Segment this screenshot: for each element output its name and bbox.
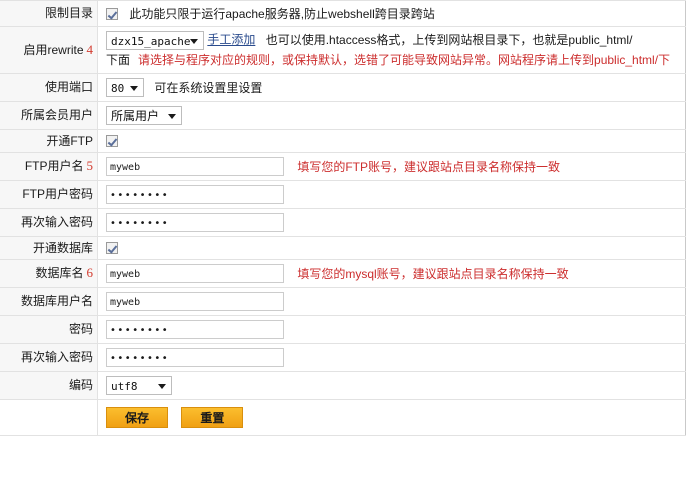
row-value-ftp-password: ••••••••: [98, 181, 686, 209]
database-name-input[interactable]: myweb: [106, 264, 284, 283]
row-value-restrict-dir: 此功能只限于运行apache服务器,防止webshell跨目录跨站: [98, 1, 686, 27]
label-text: 启用rewrite: [23, 43, 83, 57]
row-value-database-password: ••••••••: [98, 316, 686, 344]
table-row-database-password-confirm: 再次输入密码 ••••••••: [0, 344, 686, 372]
row-label-database-name: 数据库名6: [0, 260, 98, 288]
label-text: 编码: [69, 378, 93, 392]
table-row-database-name: 数据库名6 myweb 填写您的mysql账号，建议跟站点目录名称保持一致: [0, 260, 686, 288]
table-row-ftp-password-confirm: 再次输入密码 ••••••••: [0, 209, 686, 237]
chevron-down-icon: [130, 86, 138, 91]
row-value-ftp-username: myweb 填写您的FTP账号，建议跟站点目录名称保持一致: [98, 153, 686, 181]
row-label-database-username: 数据库用户名: [0, 288, 98, 316]
row-label-enable-database: 开通数据库: [0, 237, 98, 260]
row-value-charset: utf8: [98, 372, 686, 400]
label-text: 再次输入密码: [21, 215, 93, 229]
database-password-confirm-input[interactable]: ••••••••: [106, 348, 284, 367]
reset-button[interactable]: 重置: [181, 407, 243, 428]
row-label-enable-rewrite: 启用rewrite4: [0, 27, 98, 74]
step-number-4: 4: [84, 42, 94, 57]
label-text: 所属会员用户: [21, 108, 93, 122]
table-body: 限制目录 此功能只限于运行apache服务器,防止webshell跨目录跨站 启…: [0, 1, 686, 436]
table-row-restrict-dir: 限制目录 此功能只限于运行apache服务器,防止webshell跨目录跨站: [0, 1, 686, 27]
table-row-database-username: 数据库用户名 myweb: [0, 288, 686, 316]
chevron-down-icon: [190, 39, 198, 44]
row-label-use-port: 使用端口: [0, 74, 98, 102]
chevron-down-icon: [168, 114, 176, 119]
row-value-actions: 保存 重置: [98, 400, 686, 436]
table-row-use-port: 使用端口 80 可在系统设置里设置: [0, 74, 686, 102]
ftp-password-input[interactable]: ••••••••: [106, 185, 284, 204]
rewrite-hint-line1: 也可以使用.htaccess格式，上传到网站根目录下，也就是public_htm…: [259, 33, 633, 47]
table-row-database-password: 密码 ••••••••: [0, 316, 686, 344]
table-row-enable-database: 开通数据库: [0, 237, 686, 260]
save-button[interactable]: 保存: [106, 407, 168, 428]
rewrite-warning-text: 请选择与程序对应的规则，或保持默认，选错了可能导致网站异常。网站程序请上传到pu…: [130, 53, 670, 67]
row-value-database-password-confirm: ••••••••: [98, 344, 686, 372]
label-text: 数据库名: [35, 266, 83, 280]
site-settings-table: 限制目录 此功能只限于运行apache服务器,防止webshell跨目录跨站 启…: [0, 0, 686, 436]
member-user-value: 所属用户: [111, 107, 173, 126]
table-row-ftp-username: FTP用户名5 myweb 填写您的FTP账号，建议跟站点目录名称保持一致: [0, 153, 686, 181]
rewrite-first-line: dzx15_apache 手工添加 也可以使用.htaccess格式，上传到网站…: [106, 31, 685, 50]
enable-database-checkbox[interactable]: [106, 242, 118, 254]
row-value-member-user: 所属用户: [98, 102, 686, 130]
enable-ftp-checkbox[interactable]: [106, 135, 118, 147]
port-select[interactable]: 80: [106, 78, 144, 97]
table-row-member-user: 所属会员用户 所属用户: [0, 102, 686, 130]
row-label-enable-ftp: 开通FTP: [0, 130, 98, 153]
manual-add-link[interactable]: 手工添加: [207, 33, 255, 47]
row-value-database-name: myweb 填写您的mysql账号，建议跟站点目录名称保持一致: [98, 260, 686, 288]
row-label-ftp-password: FTP用户密码: [0, 181, 98, 209]
table-row-ftp-password: FTP用户密码 ••••••••: [0, 181, 686, 209]
label-text: 开通数据库: [33, 241, 93, 255]
restrict-dir-note: 此功能只限于运行apache服务器,防止webshell跨目录跨站: [121, 7, 434, 21]
table-row-charset: 编码 utf8: [0, 372, 686, 400]
label-text: 密码: [69, 322, 93, 336]
rewrite-rule-select[interactable]: dzx15_apache: [106, 31, 204, 50]
charset-select[interactable]: utf8: [106, 376, 172, 395]
table-row-enable-rewrite: 启用rewrite4 dzx15_apache 手工添加 也可以使用.htacc…: [0, 27, 686, 74]
label-text: 限制目录: [45, 6, 93, 20]
database-password-input[interactable]: ••••••••: [106, 320, 284, 339]
label-text: 使用端口: [45, 80, 93, 94]
restrict-dir-checkbox[interactable]: [106, 8, 118, 20]
row-value-enable-rewrite: dzx15_apache 手工添加 也可以使用.htaccess格式，上传到网站…: [98, 27, 686, 74]
rewrite-second-line: 下面请选择与程序对应的规则，或保持默认，选错了可能导致网站异常。网站程序请上传到…: [106, 50, 685, 69]
label-text: FTP用户名: [25, 159, 84, 173]
table-row-enable-ftp: 开通FTP: [0, 130, 686, 153]
label-text: 开通FTP: [46, 134, 93, 148]
rewrite-hint-lead: 下面: [106, 53, 130, 67]
row-label-restrict-dir: 限制目录: [0, 1, 98, 27]
database-name-hint: 填写您的mysql账号，建议跟站点目录名称保持一致: [287, 267, 568, 281]
ftp-username-hint: 填写您的FTP账号，建议跟站点目录名称保持一致: [287, 160, 560, 174]
site-settings-form-page: 限制目录 此功能只限于运行apache服务器,防止webshell跨目录跨站 启…: [0, 0, 698, 500]
row-label-actions: [0, 400, 98, 436]
row-value-use-port: 80 可在系统设置里设置: [98, 74, 686, 102]
label-text: 再次输入密码: [21, 350, 93, 364]
step-number-6: 6: [84, 265, 94, 280]
label-text: FTP用户密码: [22, 187, 93, 201]
member-user-select[interactable]: 所属用户: [106, 106, 182, 125]
table-row-actions: 保存 重置: [0, 400, 686, 436]
database-username-input[interactable]: myweb: [106, 292, 284, 311]
row-label-ftp-username: FTP用户名5: [0, 153, 98, 181]
ftp-password-confirm-input[interactable]: ••••••••: [106, 213, 284, 232]
step-number-5: 5: [84, 158, 94, 173]
port-hint: 可在系统设置里设置: [147, 81, 262, 95]
row-value-ftp-password-confirm: ••••••••: [98, 209, 686, 237]
row-label-database-password: 密码: [0, 316, 98, 344]
label-text: 数据库用户名: [21, 294, 93, 308]
charset-value: utf8: [111, 377, 152, 396]
row-label-ftp-password-confirm: 再次输入密码: [0, 209, 98, 237]
ftp-username-input[interactable]: myweb: [106, 157, 284, 176]
row-label-charset: 编码: [0, 372, 98, 400]
row-label-database-password-confirm: 再次输入密码: [0, 344, 98, 372]
row-value-enable-database: [98, 237, 686, 260]
row-value-database-username: myweb: [98, 288, 686, 316]
row-label-member-user: 所属会员用户: [0, 102, 98, 130]
chevron-down-icon: [158, 384, 166, 389]
row-value-enable-ftp: [98, 130, 686, 153]
